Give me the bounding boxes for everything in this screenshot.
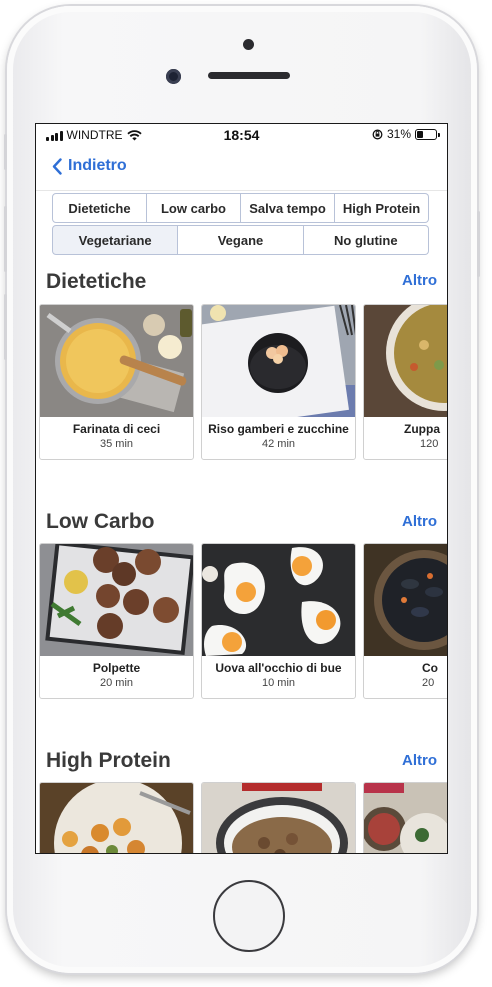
recipe-time: 10 min <box>261 677 296 689</box>
proximity-sensor <box>243 39 254 50</box>
recipe-time: 35 min <box>99 438 134 450</box>
more-link-dietetiche[interactable]: Altro <box>402 272 437 289</box>
recipe-name: Riso gamberi e zucchine <box>208 422 349 436</box>
section-title-low-carbo: Low Carbo <box>46 510 155 533</box>
section-title-high-protein: High Protein <box>46 749 171 772</box>
back-label: Indietro <box>68 157 127 174</box>
recipe-name: Co <box>422 661 438 675</box>
recipe-image-cozze <box>364 544 447 656</box>
volume-up-button <box>4 206 7 272</box>
filter-row-1: Dietetiche Low carbo Salva tempo High Pr… <box>52 193 429 223</box>
recipe-card[interactable] <box>363 782 447 853</box>
recipe-card[interactable] <box>201 782 356 853</box>
battery-icon <box>415 128 440 140</box>
recipe-image-high-protein-1 <box>40 783 193 853</box>
recipe-card[interactable]: Polpette 20 min <box>39 543 194 699</box>
recipe-carousel-low-carbo: Polpette 20 min Uova all'occhio di bue 1… <box>39 543 447 699</box>
orientation-lock-icon <box>372 129 383 139</box>
recipe-image-high-protein-3 <box>364 783 447 853</box>
recipe-card[interactable] <box>39 782 194 853</box>
section-title-dietetiche: Dietetiche <box>46 270 147 293</box>
filter-no-glutine[interactable]: No glutine <box>303 225 429 255</box>
recipe-card[interactable]: Zuppa 120 <box>363 304 447 460</box>
app-screen: WINDTRE 18:54 31% Indietro Dietetiche Lo… <box>35 123 448 854</box>
recipe-time: 20 <box>422 677 435 689</box>
recipe-card[interactable]: Farinata di ceci 35 min <box>39 304 194 460</box>
earpiece-speaker <box>208 72 290 79</box>
front-camera-icon <box>166 69 181 84</box>
recipe-image-uova <box>202 544 355 656</box>
filter-vegane[interactable]: Vegane <box>178 225 304 255</box>
filter-salva-tempo[interactable]: Salva tempo <box>241 193 335 223</box>
recipe-carousel-dietetiche: Farinata di ceci 35 min Riso gamberi e z… <box>39 304 447 460</box>
status-right: 31% <box>372 127 440 141</box>
home-button[interactable] <box>213 880 285 952</box>
back-button[interactable]: Indietro <box>52 157 127 175</box>
filter-dietetiche[interactable]: Dietetiche <box>52 193 147 223</box>
recipe-name: Zuppa <box>404 422 440 436</box>
recipe-time: 20 min <box>99 677 134 689</box>
recipe-carousel-high-protein <box>39 782 447 853</box>
recipe-image-high-protein-2 <box>202 783 355 853</box>
volume-down-button <box>4 294 7 360</box>
mute-switch <box>4 134 7 170</box>
recipe-card[interactable]: Uova all'occhio di bue 10 min <box>201 543 356 699</box>
navigation-bar: Indietro <box>36 146 447 191</box>
recipe-time: 120 <box>420 438 439 450</box>
status-bar: WINDTRE 18:54 31% <box>36 124 447 146</box>
battery-percent: 31% <box>386 127 411 141</box>
recipe-image-zuppa <box>364 305 447 417</box>
recipe-image-farinata <box>40 305 193 417</box>
filter-row-2: Vegetariane Vegane No glutine <box>52 225 429 255</box>
recipe-image-polpette <box>40 544 193 656</box>
recipe-card[interactable]: Co 20 <box>363 543 447 699</box>
power-button <box>477 211 480 277</box>
recipe-card[interactable]: Riso gamberi e zucchine 42 min <box>201 304 356 460</box>
more-link-high-protein[interactable]: Altro <box>402 752 437 769</box>
recipe-name: Farinata di ceci <box>72 422 161 436</box>
chevron-left-icon <box>52 157 62 175</box>
recipe-name: Uova all'occhio di bue <box>215 661 342 675</box>
filter-high-protein[interactable]: High Protein <box>335 193 429 223</box>
filter-low-carbo[interactable]: Low carbo <box>147 193 241 223</box>
filter-vegetariane[interactable]: Vegetariane <box>52 225 179 255</box>
more-link-low-carbo[interactable]: Altro <box>402 513 437 530</box>
recipe-image-riso-gamberi <box>202 305 355 417</box>
recipe-name: Polpette <box>92 661 141 675</box>
recipe-time: 42 min <box>261 438 296 450</box>
